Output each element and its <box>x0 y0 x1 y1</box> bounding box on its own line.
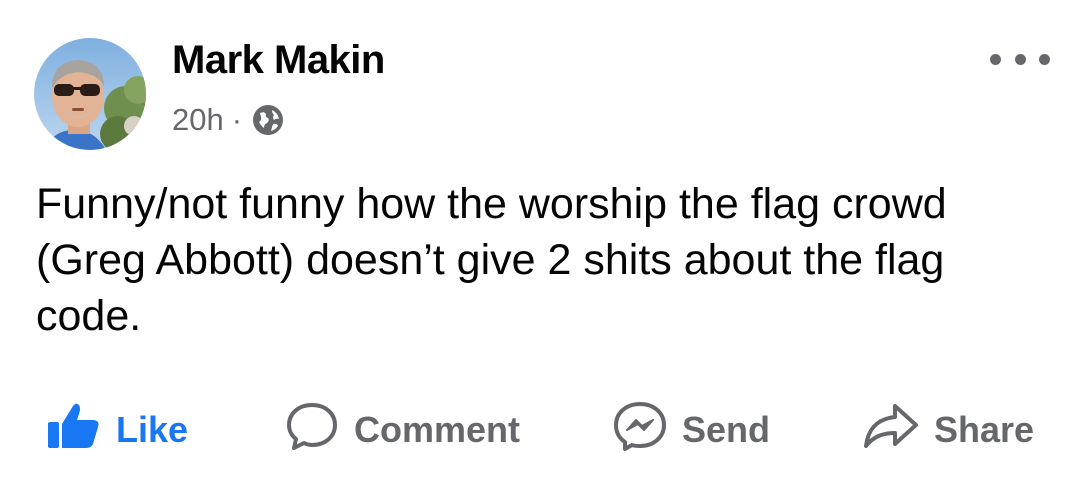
share-label: Share <box>934 409 1035 450</box>
more-options-button[interactable] <box>990 44 1050 74</box>
messenger-icon <box>612 401 668 460</box>
globe-icon[interactable] <box>252 104 284 136</box>
action-bar: Like Comment Send Share <box>0 396 1080 464</box>
post-time[interactable]: 20h <box>172 102 224 138</box>
comment-label: Comment <box>354 409 521 450</box>
share-button[interactable]: Share <box>862 396 1034 464</box>
post-meta: 20h · <box>172 100 284 140</box>
thumbs-up-icon <box>46 402 102 459</box>
like-label: Like <box>116 409 189 450</box>
more-options-icon-dot <box>1039 53 1050 65</box>
author-avatar[interactable] <box>34 38 146 150</box>
author-name[interactable]: Mark Makin <box>172 38 385 83</box>
more-options-icon-dot <box>1014 53 1026 65</box>
meta-separator: · <box>231 102 243 137</box>
send-button[interactable]: Send <box>612 396 770 464</box>
post-card: Mark Makin 20h · Funny/not funny how the… <box>0 0 1080 498</box>
more-options-icon <box>990 53 1001 65</box>
comment-button[interactable]: Comment <box>284 396 520 464</box>
send-label: Send <box>682 409 771 450</box>
like-button[interactable]: Like <box>46 396 188 464</box>
post-text: Funny/not funny how the worship the flag… <box>36 180 947 340</box>
share-arrow-icon <box>862 401 920 460</box>
avatar-image <box>34 38 146 150</box>
comment-icon <box>284 401 340 460</box>
